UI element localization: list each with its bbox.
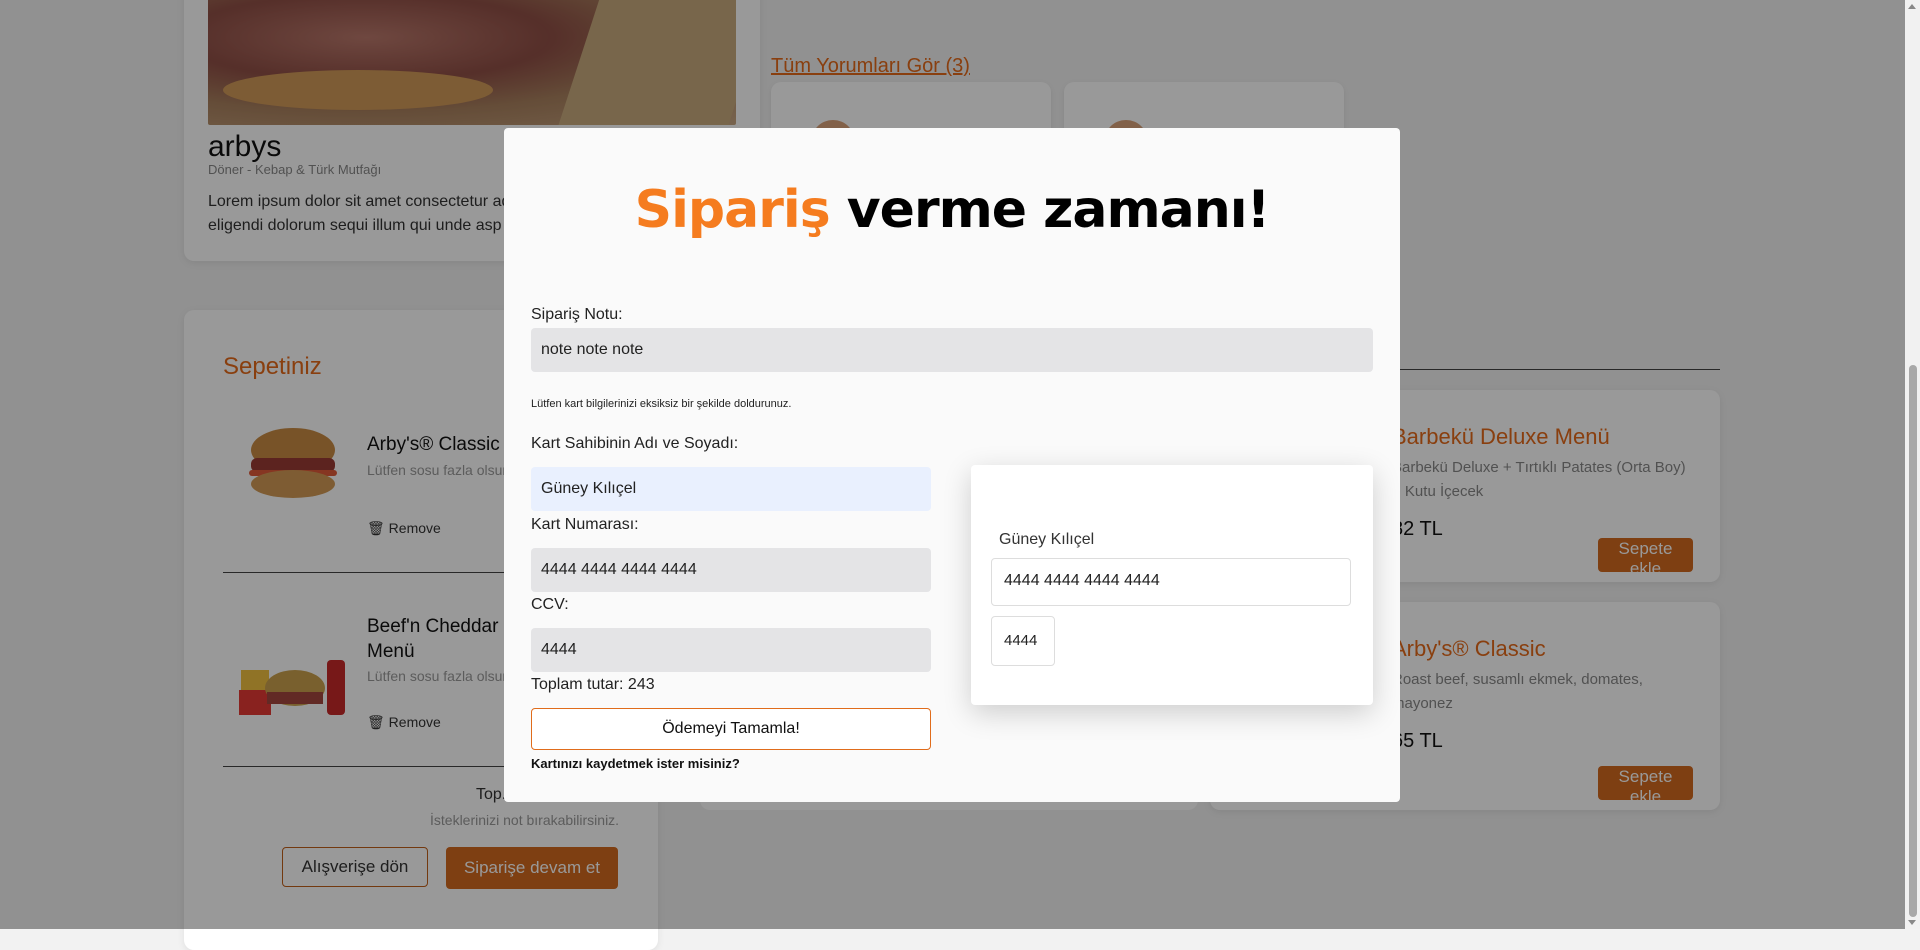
modal-title: Sipariş verme zamanı! bbox=[504, 180, 1400, 240]
checkout-modal: Sipariş verme zamanı! Sipariş Notu: Lütf… bbox=[504, 128, 1400, 802]
order-total: Toplam tutar: 243 bbox=[531, 676, 655, 693]
card-holder-label: Kart Sahibinin Adı ve Soyadı: bbox=[531, 435, 739, 452]
ccv-input[interactable] bbox=[531, 628, 931, 672]
card-preview: Güney Kılıçel 4444 4444 4444 4444 4444 bbox=[971, 465, 1373, 705]
scroll-up-arrow-icon[interactable] bbox=[1908, 4, 1916, 9]
page: arbys Döner - Kebap & Türk Mutfağı Lorem… bbox=[0, 0, 1905, 950]
card-number-input[interactable] bbox=[531, 548, 931, 592]
card-preview-name: Güney Kılıçel bbox=[999, 531, 1095, 548]
complete-payment-button[interactable]: Ödemeyi Tamamla! bbox=[531, 708, 931, 750]
modal-title-accent: Sipariş bbox=[634, 180, 831, 240]
modal-title-rest: verme zamanı! bbox=[829, 180, 1271, 240]
card-preview-number: 4444 4444 4444 4444 bbox=[991, 558, 1351, 606]
card-number-label: Kart Numarası: bbox=[531, 516, 639, 533]
save-card-question[interactable]: Kartınızı kaydetmek ister misiniz? bbox=[531, 756, 740, 771]
order-note-label: Sipariş Notu: bbox=[531, 306, 623, 323]
scrollbar-thumb[interactable] bbox=[1909, 365, 1917, 917]
card-info-hint: Lütfen kart bilgilerinizi eksiksiz bir ş… bbox=[531, 398, 792, 410]
card-preview-ccv: 4444 bbox=[991, 616, 1055, 666]
card-holder-input[interactable] bbox=[531, 467, 931, 511]
order-note-input[interactable] bbox=[531, 328, 1373, 372]
scroll-down-arrow-icon[interactable] bbox=[1908, 920, 1916, 925]
page-scrollbar[interactable] bbox=[1905, 0, 1920, 929]
ccv-label: CCV: bbox=[531, 596, 569, 613]
